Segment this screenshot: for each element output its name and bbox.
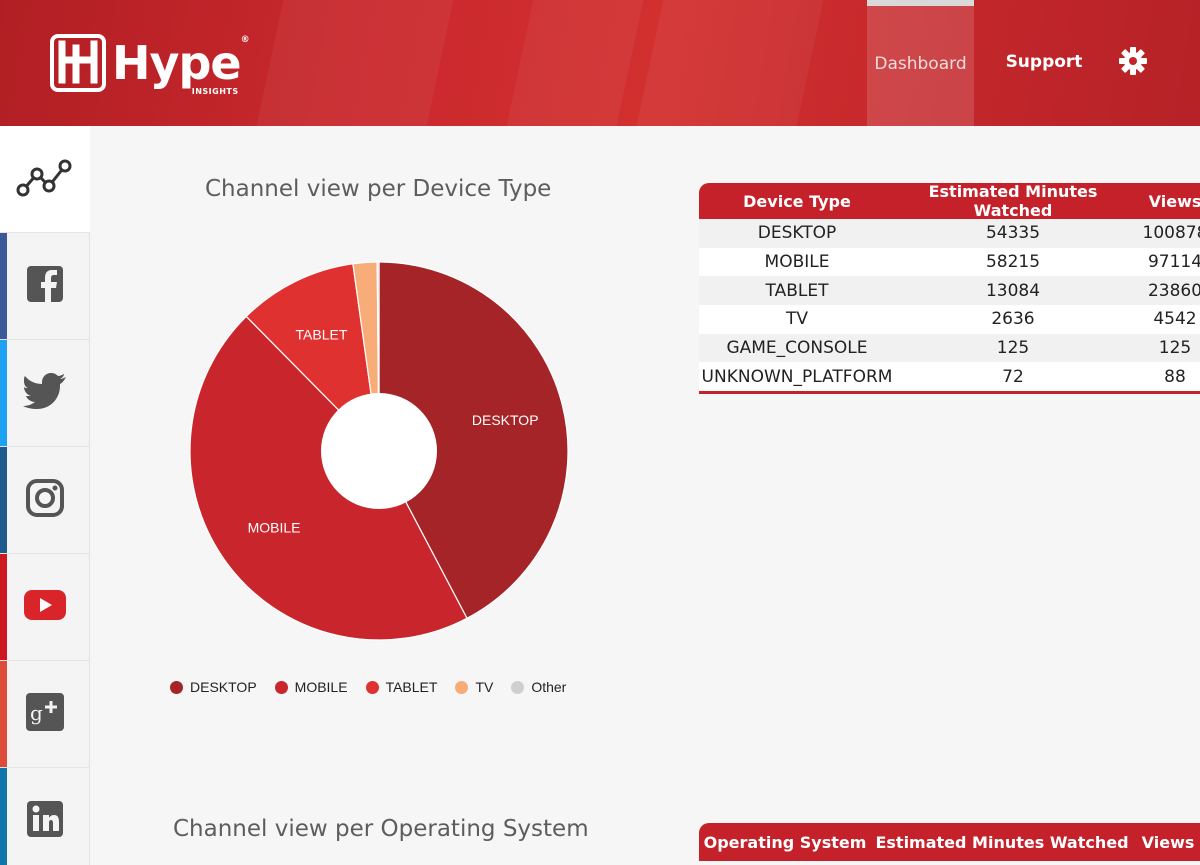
legend-item-tv[interactable]: TV	[455, 679, 493, 695]
legend-swatch	[274, 680, 288, 694]
sidebar-item-linkedin[interactable]	[0, 768, 90, 865]
os-chart-title: Channel view per Operating System	[173, 816, 589, 842]
legend-label: MOBILE	[294, 679, 348, 695]
table-row: TV 2636 4542	[699, 305, 1200, 334]
table-cell: TABLET	[765, 280, 829, 301]
table-row: TABLET 13084 23860	[699, 276, 1200, 306]
table-cell: 100878	[1142, 223, 1200, 244]
legend-item-tablet[interactable]: TABLET	[365, 679, 438, 695]
instagram-icon	[25, 478, 65, 522]
table-cell: 97114	[1147, 252, 1200, 273]
table-cell: 23860	[1147, 280, 1200, 301]
logo-registered-mark: ®	[240, 35, 250, 45]
chart-legend: DESKTOP MOBILE TABLET TV Other	[170, 679, 584, 695]
device-table: Device Type Estimated Minutes Watched Vi…	[699, 182, 1200, 395]
table-cell: 125	[996, 338, 1030, 359]
table-cell: 2636	[991, 309, 1035, 330]
table-cell: 4542	[1153, 309, 1197, 330]
column-header[interactable]: Estimated Minutes Watched	[871, 833, 1133, 852]
app-header: Hype ® INSIGHTS Dashboard Support	[0, 0, 1200, 126]
column-header[interactable]: Views	[1133, 833, 1200, 852]
legend-item-other[interactable]: Other	[511, 679, 566, 695]
table-row: DESKTOP 54335 100878	[699, 219, 1200, 248]
logo-subtext: INSIGHTS	[191, 87, 239, 96]
column-header[interactable]: Views	[1131, 192, 1200, 211]
sidebar-item-youtube[interactable]	[0, 554, 90, 661]
table-cell: 58215	[985, 252, 1041, 273]
os-table: Operating System Estimated Minutes Watch…	[699, 823, 1200, 861]
slice-label: MOBILE	[248, 520, 301, 536]
linkedin-icon	[27, 801, 63, 841]
sidebar-item-analytics[interactable]	[0, 126, 90, 233]
table-cell: 72	[1002, 366, 1024, 387]
legend-item-desktop[interactable]: DESKTOP	[170, 679, 257, 695]
twitter-icon	[23, 373, 67, 413]
table-footer-rule	[699, 391, 1200, 395]
facebook-stripe	[0, 233, 7, 339]
table-header: Device Type Estimated Minutes Watched Vi…	[699, 182, 1200, 220]
table-body: DESKTOP 54335 100878 MOBILE 58215 97114 …	[699, 219, 1200, 392]
slice-label: DESKTOP	[472, 412, 539, 428]
facebook-icon	[27, 266, 63, 306]
instagram-stripe	[0, 447, 7, 553]
header-decoration	[506, 0, 644, 126]
table-cell: 88	[1164, 366, 1186, 387]
header-decoration	[256, 0, 454, 126]
logo[interactable]: Hype ® INSIGHTS	[50, 34, 250, 96]
hype-logo-icon	[50, 34, 106, 92]
linkedin-stripe	[0, 768, 7, 865]
svg-text:g: g	[30, 701, 43, 725]
table-cell: DESKTOP	[757, 223, 837, 244]
legend-label: TV	[475, 679, 494, 695]
logo-text: Hype	[112, 36, 242, 90]
analytics-icon	[15, 156, 75, 202]
gear-icon[interactable]	[1118, 46, 1148, 76]
nav-dashboard[interactable]: Dashboard	[867, 0, 974, 126]
column-header[interactable]: Operating System	[699, 833, 871, 852]
legend-label: TABLET	[385, 679, 438, 695]
sidebar-item-twitter[interactable]	[0, 340, 90, 447]
column-header[interactable]: Device Type	[699, 192, 895, 211]
table-cell: TV	[785, 309, 808, 330]
legend-item-mobile[interactable]: MOBILE	[274, 679, 348, 695]
legend-label: Other	[531, 679, 567, 695]
slice-label: TABLET	[296, 326, 348, 342]
table-row: UNKNOWN_PLATFORM 72 88	[699, 362, 1200, 392]
sidebar-item-facebook[interactable]	[0, 233, 90, 340]
google-plus-icon: g	[26, 693, 64, 735]
table-cell: 13084	[985, 280, 1041, 301]
legend-swatch	[170, 680, 183, 694]
legend-label: DESKTOP	[190, 679, 257, 695]
donut-hole	[321, 393, 437, 509]
twitter-stripe	[0, 340, 7, 446]
device-chart-title: Channel view per Device Type	[205, 176, 552, 202]
table-cell: GAME_CONSOLE	[726, 338, 868, 359]
sidebar: g	[0, 126, 90, 865]
table-row: MOBILE 58215 97114	[699, 247, 1200, 277]
table-cell: MOBILE	[764, 252, 830, 273]
nav-support[interactable]: Support	[1000, 0, 1088, 126]
table-row: GAME_CONSOLE 125 125	[699, 333, 1200, 363]
sidebar-item-google-plus[interactable]: g	[0, 661, 90, 768]
youtube-icon	[24, 590, 66, 624]
legend-swatch	[511, 680, 525, 694]
youtube-stripe	[0, 554, 7, 660]
table-cell: 54335	[985, 223, 1041, 244]
legend-swatch	[455, 680, 469, 694]
sidebar-item-instagram[interactable]	[0, 447, 90, 554]
table-cell: UNKNOWN_PLATFORM	[701, 366, 893, 387]
google-plus-stripe	[0, 661, 7, 767]
header-decoration	[636, 0, 824, 126]
table-header: Operating System Estimated Minutes Watch…	[699, 823, 1200, 861]
column-header[interactable]: Estimated Minutes Watched	[895, 182, 1131, 220]
table-cell: 125	[1158, 338, 1192, 359]
device-donut-chart: DESKTOP MOBILE TABLET	[189, 261, 569, 641]
legend-swatch	[365, 680, 379, 694]
